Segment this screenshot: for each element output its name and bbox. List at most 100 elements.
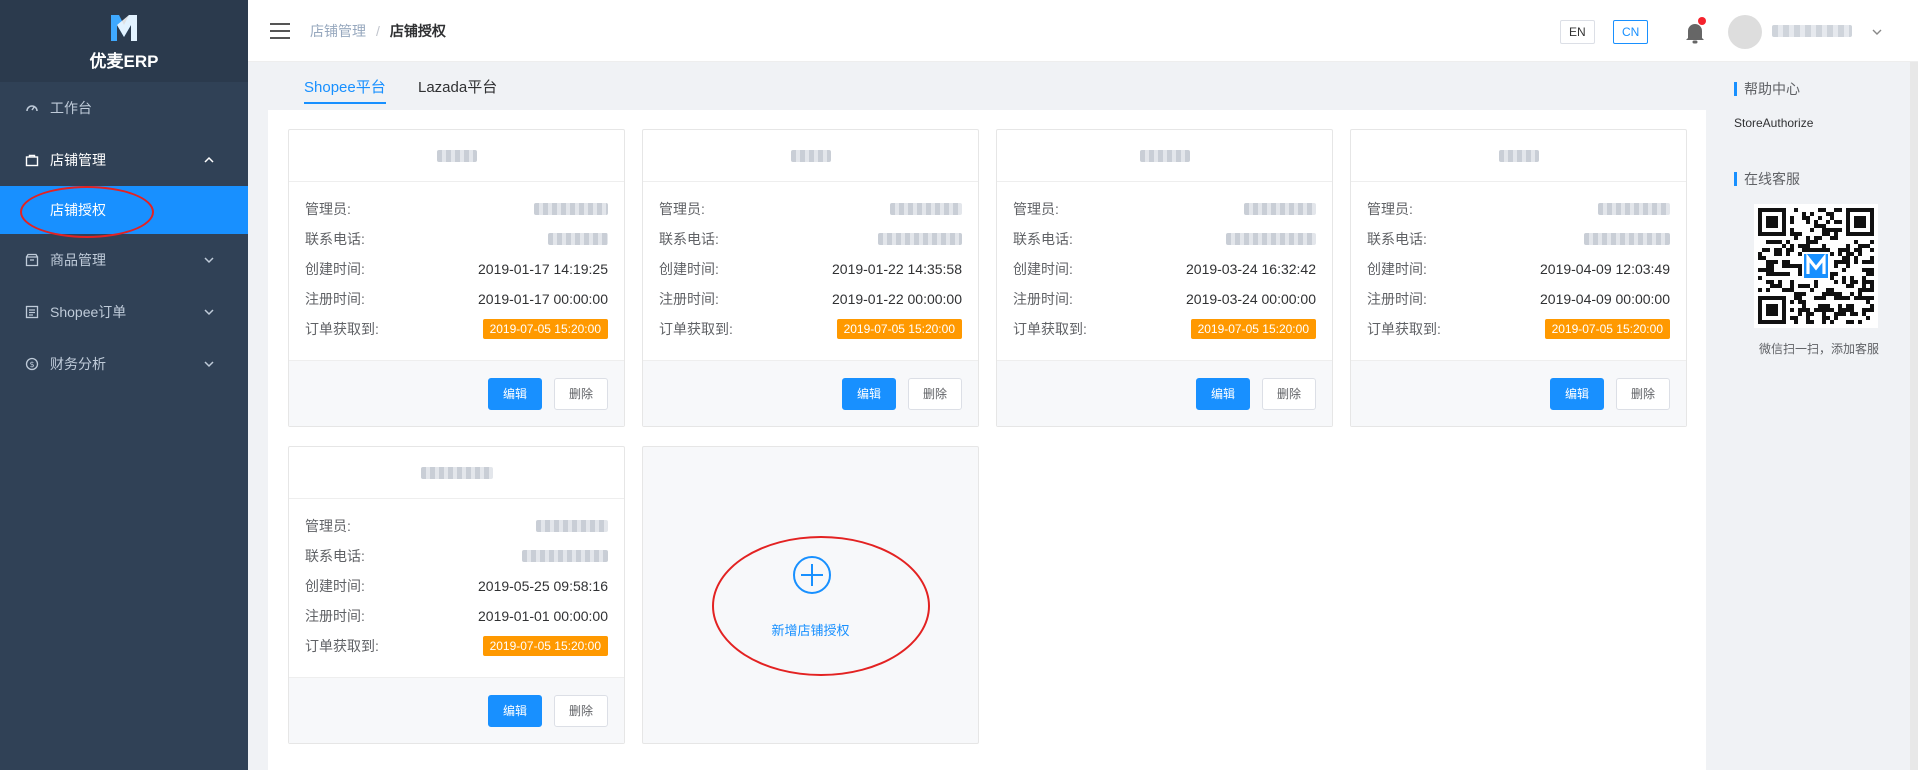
store-card: 管理员: 联系电话: 创建时间: 2019-05-25 09:58:16 注册时间: 20… [288,446,625,744]
field-orders-until: 订单获取到: 2019-07-05 15:20:00 [305,314,608,344]
sidebar-item-shopee-orders[interactable]: Shopee订单 [0,286,248,338]
sidebar-item-goods-management[interactable]: 商品管理 [0,234,248,286]
card-actions: 编辑 删除 [289,360,624,426]
edit-button[interactable]: 编辑 [487,377,542,410]
breadcrumb-separator: / [376,22,380,39]
admin-value-blurred [534,203,608,215]
qr-code-image [1758,208,1874,324]
registered-value: 2019-01-22 00:00:00 [832,291,962,307]
field-label: 管理员: [305,518,351,534]
sidebar: 优麦ERP 工作台 店铺管理 店铺授权 商品管理 Shopee订单 $ 财务分析 [0,0,248,770]
field-label: 注册时间: [305,291,365,307]
field-registered: 注册时间: 2019-01-22 00:00:00 [659,284,962,314]
field-phone: 联系电话: [1013,224,1316,254]
phone-value-blurred [1584,233,1670,245]
orders-until-badge: 2019-07-05 15:20:00 [1190,319,1316,339]
field-registered: 注册时间: 2019-04-09 00:00:00 [1367,284,1670,314]
store-details: 管理员: 联系电话: 创建时间: 2019-04-09 12:03:49 注册时间: 20… [1351,182,1686,360]
chevron-down-icon [204,257,214,264]
field-phone: 联系电话: [305,224,608,254]
field-label: 管理员: [305,201,351,217]
edit-button[interactable]: 编辑 [841,377,896,410]
created-value: 2019-01-22 14:35:58 [832,261,962,277]
sidebar-item-store-authorize[interactable]: 店铺授权 [0,186,248,234]
delete-button[interactable]: 删除 [907,377,962,410]
breadcrumb-item[interactable]: 店铺管理 [310,21,366,41]
card-actions: 编辑 删除 [1351,360,1686,426]
field-label: 订单获取到: [659,321,733,337]
store-details: 管理员: 联系电话: 创建时间: 2019-01-17 14:19:25 注册时间: 20… [289,182,624,360]
card-actions: 编辑 删除 [289,677,624,743]
dashboard-icon [24,100,40,116]
notification-dot [1698,17,1706,25]
registered-value: 2019-01-17 00:00:00 [478,291,608,307]
field-phone: 联系电话: [1367,224,1670,254]
delete-button[interactable]: 删除 [553,377,608,410]
store-card: 管理员: 联系电话: 创建时间: 2019-04-09 12:03:49 注册时间: 20… [1350,129,1687,427]
app-name: 优麦ERP [89,51,159,71]
delete-button[interactable]: 删除 [1261,377,1316,410]
logo-mark-icon [111,14,137,41]
edit-button[interactable]: 编辑 [487,694,542,727]
store-details: 管理员: 联系电话: 创建时间: 2019-01-22 14:35:58 注册时间: 20… [643,182,978,360]
field-orders-until: 订单获取到: 2019-07-05 15:20:00 [1367,314,1670,344]
username-blurred[interactable] [1772,25,1852,37]
top-header: 店铺管理 / 店铺授权 EN CN [248,0,1918,62]
hamburger-menu-icon[interactable] [270,22,290,39]
help-link[interactable]: StoreAuthorize [1734,116,1813,130]
logo[interactable]: 优麦ERP [0,0,248,82]
goods-icon [24,252,40,268]
admin-value-blurred [1598,203,1670,215]
chevron-down-icon [204,309,214,316]
field-label: 联系电话: [305,231,365,247]
phone-value-blurred [548,233,608,245]
admin-value-blurred [890,203,962,215]
field-created: 创建时间: 2019-04-09 12:03:49 [1367,254,1670,284]
field-label: 注册时间: [305,608,365,624]
field-phone: 联系电话: [659,224,962,254]
finance-icon: $ [24,356,40,372]
chevron-down-icon[interactable] [1871,26,1883,38]
sidebar-item-store-management[interactable]: 店铺管理 [0,134,248,186]
sidebar-item-dashboard[interactable]: 工作台 [0,82,248,134]
field-admin: 管理员: [305,511,608,541]
sidebar-item-label: Shopee订单 [50,304,127,320]
delete-button[interactable]: 删除 [553,694,608,727]
field-label: 联系电话: [1013,231,1073,247]
field-label: 管理员: [1367,201,1413,217]
field-registered: 注册时间: 2019-01-01 00:00:00 [305,601,608,631]
store-card: 管理员: 联系电话: 创建时间: 2019-01-17 14:19:25 注册时间: 20… [288,129,625,427]
edit-button[interactable]: 编辑 [1195,377,1250,410]
field-created: 创建时间: 2019-03-24 16:32:42 [1013,254,1316,284]
store-card: 管理员: 联系电话: 创建时间: 2019-01-22 14:35:58 注册时间: 20… [642,129,979,427]
lang-cn-button[interactable]: CN [1613,20,1649,44]
main-content: Shopee平台 Lazada平台 管理员: 联系电话: 创建时间: 2019-01-… [268,62,1706,770]
notification-bell-icon[interactable] [1684,17,1706,44]
platform-tabs: Shopee平台 Lazada平台 [268,62,1706,110]
created-value: 2019-05-25 09:58:16 [478,578,608,594]
created-value: 2019-01-17 14:19:25 [478,261,608,277]
avatar[interactable] [1728,15,1762,49]
sidebar-item-label: 店铺授权 [50,202,106,218]
page-scrollbar[interactable] [1910,62,1918,770]
field-phone: 联系电话: [305,541,608,571]
field-label: 订单获取到: [1367,321,1441,337]
help-center-title: 帮助中心 [1734,82,1800,96]
field-label: 联系电话: [659,231,719,247]
store-name-blurred [289,447,624,499]
sidebar-item-label: 商品管理 [50,252,106,268]
field-label: 联系电话: [305,548,365,564]
delete-button[interactable]: 删除 [1615,377,1670,410]
sidebar-item-finance-analysis[interactable]: $ 财务分析 [0,338,248,390]
field-label: 管理员: [1013,201,1059,217]
lang-en-button[interactable]: EN [1560,20,1595,44]
field-registered: 注册时间: 2019-01-17 00:00:00 [305,284,608,314]
breadcrumb: 店铺管理 / 店铺授权 [310,21,446,41]
tab-lazada[interactable]: Lazada平台 [418,76,497,97]
edit-button[interactable]: 编辑 [1549,377,1604,410]
registered-value: 2019-04-09 00:00:00 [1540,291,1670,307]
add-store-card[interactable]: 新增店铺授权 [642,446,979,744]
tab-shopee[interactable]: Shopee平台 [304,76,386,104]
sidebar-item-label: 工作台 [50,100,92,116]
field-created: 创建时间: 2019-01-17 14:19:25 [305,254,608,284]
